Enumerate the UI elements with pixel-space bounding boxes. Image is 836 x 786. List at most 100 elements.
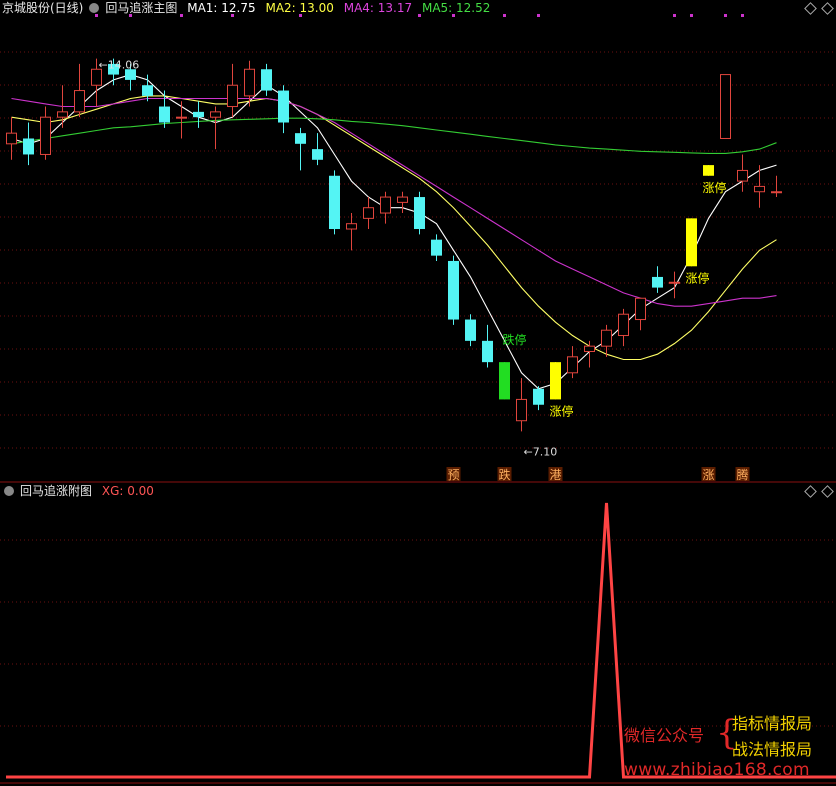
candle xyxy=(278,85,289,134)
candle xyxy=(652,266,663,293)
low-price-label: ←7.10 xyxy=(524,445,558,458)
candle xyxy=(363,197,374,230)
candle xyxy=(414,191,425,235)
candle-body xyxy=(40,116,51,155)
settings-icon[interactable] xyxy=(89,3,100,13)
sub-grid xyxy=(0,539,836,727)
signal-marker: 跌 xyxy=(497,467,512,482)
ma2-value: MA2: 13.00 xyxy=(265,1,334,15)
signal-marker-text: 腾 xyxy=(737,467,749,482)
candle xyxy=(669,271,680,299)
candle xyxy=(312,133,323,166)
signal-marker: 港 xyxy=(548,467,563,482)
candle xyxy=(227,63,238,118)
candle-body xyxy=(703,165,714,176)
watermark: 微信公众号 { 指标情报局 战法情报局 www.zhibiao168.com xyxy=(624,708,834,780)
candle-body xyxy=(6,132,17,145)
signal-marker-text: 涨 xyxy=(703,467,715,482)
candle-body xyxy=(210,111,221,118)
candle xyxy=(176,101,187,139)
candle-body xyxy=(737,169,748,182)
candle xyxy=(533,386,544,411)
candle-body xyxy=(567,356,578,374)
candle xyxy=(703,165,714,176)
watermark-wechat: 微信公众号 xyxy=(624,726,705,745)
main-grid xyxy=(0,51,836,449)
candle xyxy=(567,346,578,379)
candle xyxy=(244,60,255,107)
candle xyxy=(397,191,408,214)
candle-body xyxy=(635,297,646,321)
candle xyxy=(74,63,85,118)
signal-marker: 腾 xyxy=(735,467,750,482)
candle xyxy=(686,218,697,267)
candle-body xyxy=(397,196,408,203)
candle-body xyxy=(601,329,612,347)
watermark-brand-2: 战法情报局 xyxy=(732,740,813,759)
candle xyxy=(771,175,782,198)
candle xyxy=(635,297,646,331)
top-dot xyxy=(724,14,727,17)
candle xyxy=(737,154,748,192)
candle-body xyxy=(482,340,493,363)
candle-body xyxy=(193,111,204,118)
limit-label: 跌停 xyxy=(503,332,527,347)
candle-body xyxy=(465,319,476,341)
top-dot xyxy=(690,14,693,17)
candle-body xyxy=(363,207,374,219)
candle-body xyxy=(584,345,595,352)
candle xyxy=(482,324,493,368)
candle xyxy=(261,63,272,96)
watermark-brand-1: 指标情报局 xyxy=(732,714,813,733)
candle-body xyxy=(74,90,85,113)
sub-indicator-name: 回马追涨附图 xyxy=(20,484,93,498)
candle-body xyxy=(329,175,340,230)
main-header: 京城股份(日线) 回马追涨主图 MA1: 12.75 MA2: 13.00 MA4… xyxy=(0,0,496,16)
candle-labels: ←14.06←7.10跌停涨停涨停涨停预跌港涨腾 xyxy=(95,14,750,482)
top-dot xyxy=(503,14,506,17)
candle xyxy=(754,165,765,208)
candle-body xyxy=(57,111,68,118)
candle-body xyxy=(312,149,323,160)
candle-body xyxy=(431,239,442,256)
signal-marker: 预 xyxy=(446,467,461,482)
candle-body xyxy=(244,68,255,97)
limit-label: 涨停 xyxy=(686,270,710,285)
candle xyxy=(499,362,510,400)
candle xyxy=(720,74,731,139)
ma5-line xyxy=(11,117,777,154)
candle xyxy=(193,101,204,128)
candle xyxy=(465,314,476,347)
candle-body xyxy=(499,362,510,400)
candle xyxy=(329,170,340,235)
signal-marker-text: 跌 xyxy=(499,467,511,482)
candle-body xyxy=(295,133,306,144)
sub-header: 回马追涨附图 XG: 0.00 xyxy=(0,483,160,499)
candlesticks xyxy=(6,58,782,432)
ma2-line xyxy=(11,95,777,361)
candle-body xyxy=(142,85,153,96)
price-chart[interactable]: ←14.06←7.10跌停涨停涨停涨停预跌港涨腾 xyxy=(0,0,836,786)
signal-marker-text: 港 xyxy=(550,468,562,482)
candle-body xyxy=(176,116,187,119)
ma4-value: MA4: 13.17 xyxy=(343,1,413,15)
candle xyxy=(380,191,391,224)
indicator-name: 回马追涨主图 xyxy=(105,1,178,15)
candle xyxy=(23,122,34,166)
signal-marker-text: 预 xyxy=(448,468,460,482)
sub-settings-icon[interactable] xyxy=(4,486,14,496)
candle xyxy=(448,255,459,325)
candle-body xyxy=(261,69,272,91)
candle xyxy=(40,106,51,160)
watermark-url: www.zhibiao168.com xyxy=(624,760,810,780)
candle-body xyxy=(91,68,102,86)
signal-marker: 涨 xyxy=(701,467,716,482)
ma4-line xyxy=(11,97,777,307)
candle xyxy=(618,308,629,347)
candle xyxy=(295,127,306,171)
candle-body xyxy=(346,223,357,230)
candle-body xyxy=(686,218,697,267)
candle xyxy=(6,117,17,160)
top-dot xyxy=(537,14,540,17)
candle xyxy=(550,362,561,400)
